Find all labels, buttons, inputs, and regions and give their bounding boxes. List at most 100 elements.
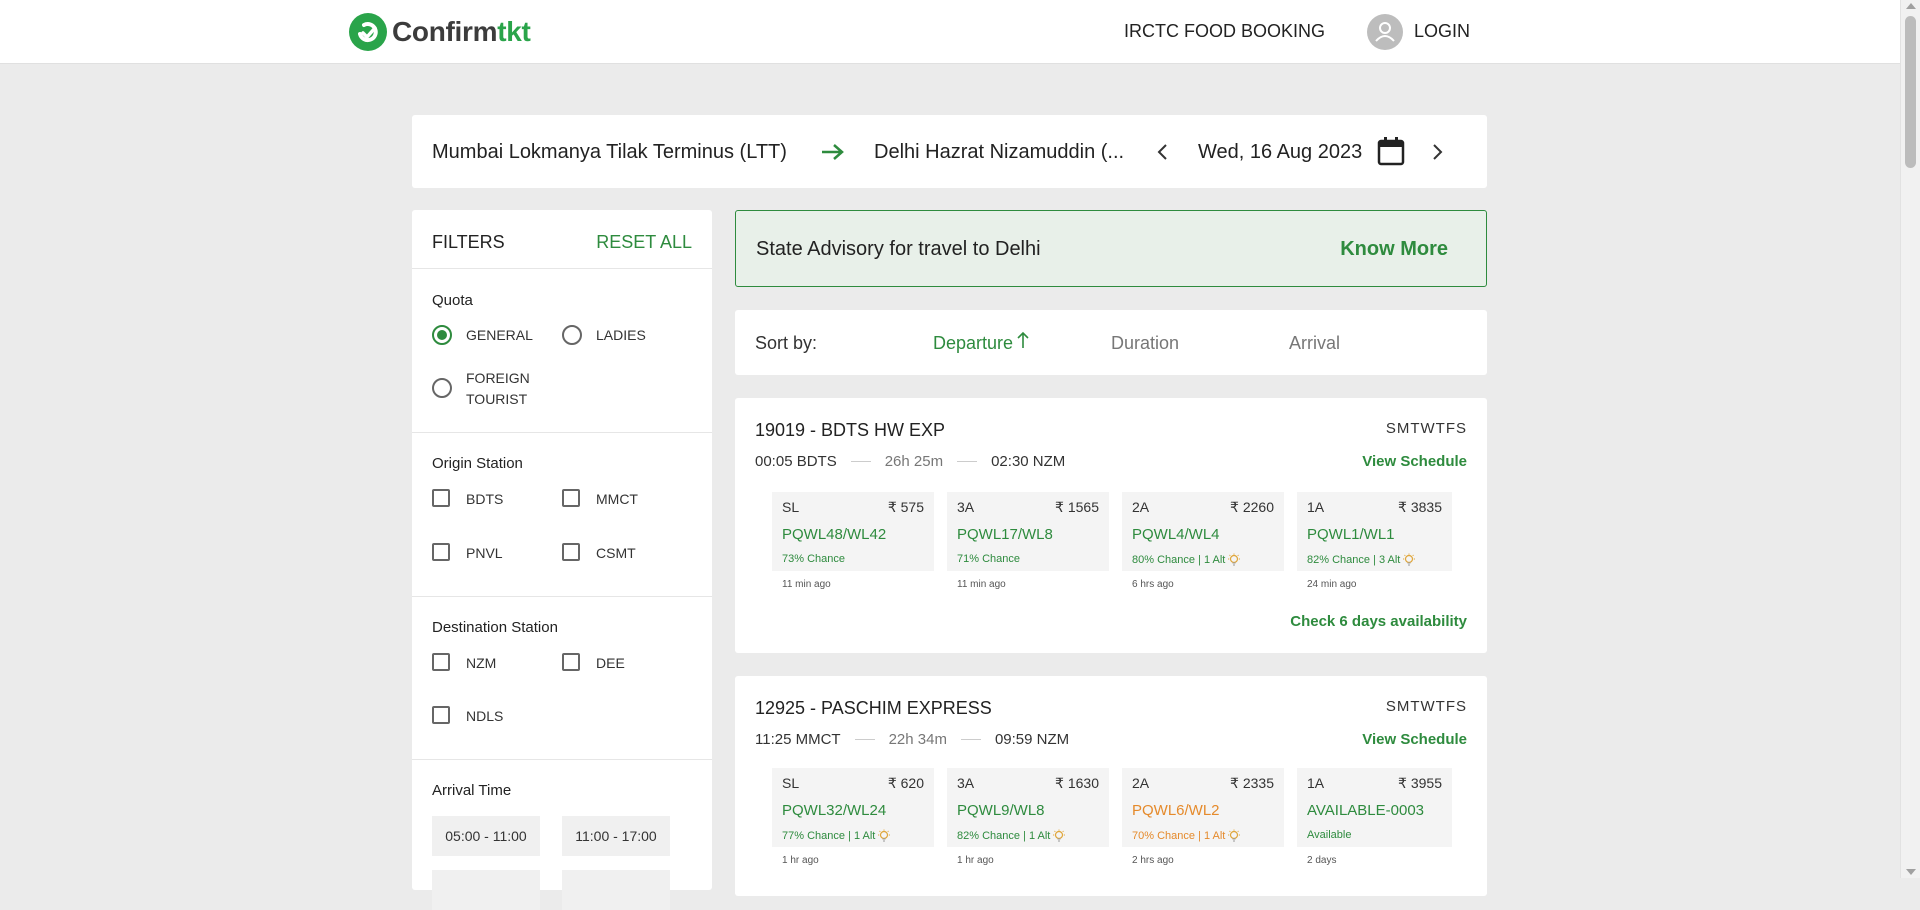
dest-dee-label: DEE [596,655,625,671]
scrollbar-thumb[interactable] [1905,16,1916,168]
checkbox[interactable] [432,653,450,671]
origin-station[interactable]: Mumbai Lokmanya Tilak Terminus (LTT) [432,141,787,164]
availability-status: AVAILABLE-0003 [1307,802,1425,819]
quota-foreign-tourist-radio[interactable]: FOREIGN TOURIST [432,368,530,410]
arrival-slot-chip[interactable] [562,870,670,910]
lightbulb-icon[interactable] [1227,829,1241,843]
arrival-slot-chip[interactable] [432,870,540,910]
checkbox[interactable] [432,543,450,561]
arrival-slot-11-17[interactable]: 11:00 - 17:00 [562,816,670,856]
page-scrollbar[interactable] [1900,0,1920,878]
class-code: SL [782,775,800,791]
last-updated: 24 min ago [1307,579,1357,590]
journey-duration: 26h 25m [884,453,944,470]
quota-section-title: Quota [432,292,473,309]
class-availability-card[interactable]: 3A ₹ 1630 PQWL9/WL8 82% Chance | 1 Alt [947,768,1109,847]
class-availability-card[interactable]: SL ₹ 575 PQWL48/WL42 73% Chance [772,492,934,571]
lightbulb-icon[interactable] [1052,829,1066,843]
lightbulb-icon[interactable] [1227,553,1241,567]
class-fare: ₹ 620 [887,775,924,791]
dest-nzm-label: NZM [466,655,497,671]
checkbox[interactable] [562,653,580,671]
class-availability-card[interactable]: 3A ₹ 1565 PQWL17/WL8 71% Chance [947,492,1109,571]
class-code: 3A [957,775,975,791]
origin-pnvl-checkbox[interactable]: PNVL [432,543,503,564]
arrival-time: 09:59 NZM [994,731,1070,748]
journey-duration: 22h 34m [888,731,947,748]
confirmation-chance: Available [1307,829,1351,841]
train-card: 12925 - PASCHIM EXPRESS SMTWTFS 11:25 MM… [735,676,1487,896]
previous-date-chevron-icon[interactable] [1156,141,1170,168]
class-code: 2A [1132,775,1150,791]
dest-nzm-checkbox[interactable]: NZM [432,653,496,674]
checkbox[interactable] [432,706,450,724]
class-availability-card[interactable]: SL ₹ 620 PQWL32/WL24 77% Chance | 1 Alt [772,768,934,847]
check-availability-link[interactable]: Check 6 days availability [1290,613,1467,630]
class-fare: ₹ 575 [887,499,924,515]
class-code: 2A [1132,499,1150,515]
confirmtkt-logo[interactable]: Confirmtkt [349,13,531,51]
separator [960,739,981,740]
next-date-chevron-icon[interactable] [1430,141,1444,168]
availability-status: PQWL6/WL2 [1132,802,1220,819]
quota-ladies-radio[interactable]: LADIES [562,325,646,346]
class-availability-card[interactable]: 1A ₹ 3955 AVAILABLE-0003 Available [1297,768,1452,847]
chance-text: 71% Chance [957,553,1020,565]
journey-date[interactable]: Wed, 16 Aug 2023 [1198,141,1362,164]
destination-station-title: Destination Station [432,619,558,636]
quota-general-radio[interactable]: GENERAL [432,325,533,346]
sort-duration-option[interactable]: Duration [1111,333,1179,354]
checkbox[interactable] [432,489,450,507]
arrival-slot-05-11[interactable]: 05:00 - 11:00 [432,816,540,856]
class-availability-card[interactable]: 1A ₹ 3835 PQWL1/WL1 82% Chance | 3 Alt [1297,492,1452,571]
know-more-link[interactable]: Know More [1340,238,1448,261]
quota-general-label: GENERAL [466,327,533,343]
view-schedule-link[interactable]: View Schedule [1362,731,1467,748]
last-updated: 1 hr ago [957,855,994,866]
scroll-up-arrow-icon[interactable] [1906,3,1916,9]
view-schedule-link[interactable]: View Schedule [1362,453,1467,470]
arrival-time: 02:30 NZM [991,453,1066,470]
class-code: 1A [1307,775,1325,791]
class-availability-card[interactable]: 2A ₹ 2335 PQWL6/WL2 70% Chance | 1 Alt [1122,768,1284,847]
dest-ndls-checkbox[interactable]: NDLS [432,706,503,727]
class-code: 1A [1307,499,1325,515]
login-button[interactable]: LOGIN [1414,21,1470,42]
availability-status: PQWL48/WL42 [782,526,887,543]
train-name[interactable]: 19019 - BDTS HW EXP [755,420,945,441]
calendar-icon[interactable] [1377,136,1405,171]
availability-status: PQWL17/WL8 [957,526,1053,543]
lightbulb-icon[interactable] [877,829,891,843]
radio-unselected[interactable] [562,325,582,345]
sort-departure-option[interactable]: Departure [933,333,1013,354]
origin-bdts-checkbox[interactable]: BDTS [432,489,503,510]
class-availability-card[interactable]: 2A ₹ 2260 PQWL4/WL4 80% Chance | 1 Alt [1122,492,1284,571]
scroll-down-arrow-icon[interactable] [1906,869,1916,875]
running-days: SMTWTFS [1385,698,1467,715]
checkbox[interactable] [562,489,580,507]
destination-station[interactable]: Delhi Hazrat Nizamuddin (... [874,141,1124,164]
checkbox[interactable] [562,543,580,561]
dest-dee-checkbox[interactable]: DEE [562,653,625,674]
availability-status: PQWL32/WL24 [782,802,887,819]
food-booking-link[interactable]: IRCTC FOOD BOOKING [1124,21,1325,42]
availability-status: PQWL4/WL4 [1132,526,1220,543]
train-name[interactable]: 12925 - PASCHIM EXPRESS [755,698,992,719]
advisory-text: State Advisory for travel to Delhi [756,238,1041,260]
confirmation-chance: 82% Chance | 3 Alt [1307,553,1416,567]
arrival-time-title: Arrival Time [432,782,512,799]
lightbulb-icon[interactable] [1402,553,1416,567]
departure-time: 11:25 MMCT [755,731,841,748]
radio-unselected[interactable] [432,378,452,398]
user-avatar-icon[interactable] [1367,14,1403,50]
origin-mmct-checkbox[interactable]: MMCT [562,489,638,510]
dest-ndls-label: NDLS [466,708,504,724]
state-advisory-banner: State Advisory for travel to Delhi Know … [735,210,1487,287]
radio-selected[interactable] [432,325,452,345]
separator [850,461,871,462]
origin-csmt-checkbox[interactable]: CSMT [562,543,636,564]
confirmation-chance: 71% Chance [957,553,1020,565]
reset-all-button[interactable]: RESET ALL [596,232,692,253]
sort-arrival-option[interactable]: Arrival [1289,333,1340,354]
sort-ascending-arrow-icon[interactable] [1017,330,1029,355]
